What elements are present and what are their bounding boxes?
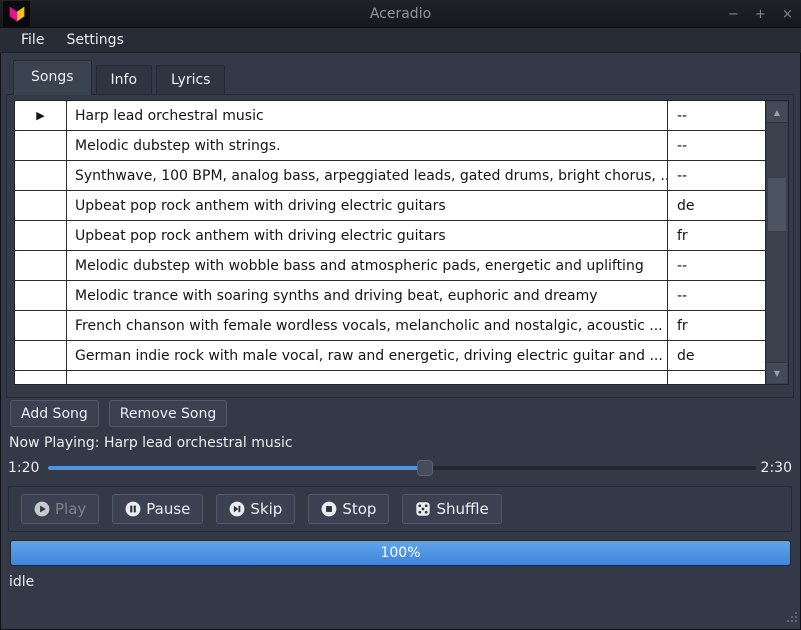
table-row[interactable]: Melodic trance with soaring synths and d…	[15, 281, 765, 311]
songs-table-area: ▶ Harp lead orchestral music -- Melodic …	[14, 100, 789, 385]
table-row[interactable]: Upbeat pop rock anthem with driving elec…	[15, 191, 765, 221]
tab-bar: Songs Info Lyrics	[13, 60, 229, 95]
playback-controls-frame: Play Pause Skip Stop Shuffle	[8, 486, 792, 532]
row-song-title: Melodic dubstep with strings.	[67, 131, 667, 160]
row-song-title: German indie rock with male vocal, raw a…	[67, 341, 667, 370]
add-song-button[interactable]: Add Song	[10, 400, 99, 427]
row-playing-indicator: ▶	[15, 101, 67, 130]
row-song-title: French chanson with female wordless voca…	[67, 311, 667, 340]
pause-circle-icon	[125, 501, 141, 517]
maximize-button[interactable]: +	[751, 7, 770, 22]
table-row[interactable]: French chanson with female wordless voca…	[15, 311, 765, 341]
row-song-title: Synthwave, 100 BPM, analog bass, arpeggi…	[67, 161, 667, 190]
stop-label: Stop	[342, 500, 376, 518]
row-playing-indicator	[15, 371, 67, 385]
play-button[interactable]: Play	[21, 494, 99, 524]
row-song-language: --	[667, 131, 765, 160]
add-song-label: Add Song	[21, 406, 88, 422]
row-playing-indicator	[15, 281, 67, 310]
row-playing-indicator	[15, 161, 67, 190]
skip-circle-icon	[229, 501, 245, 517]
songs-table: ▶ Harp lead orchestral music -- Melodic …	[14, 100, 766, 385]
shuffle-dice-icon	[415, 501, 431, 517]
row-song-language	[667, 371, 765, 385]
row-song-title: Melodic trance with soaring synths and d…	[67, 281, 667, 310]
seek-row: 1:20 2:30	[0, 456, 801, 480]
play-label: Play	[55, 500, 86, 518]
table-row[interactable]: ▶ Harp lead orchestral music --	[15, 101, 765, 131]
seek-handle[interactable]	[417, 460, 433, 476]
row-playing-indicator	[15, 131, 67, 160]
table-row[interactable]: Upbeat pop rock anthem with driving elec…	[15, 221, 765, 251]
scroll-up-icon[interactable]: ▲	[767, 102, 787, 123]
menu-item-settings[interactable]: Settings	[57, 28, 132, 53]
close-button[interactable]: ×	[778, 7, 797, 22]
row-song-title: Harp lead orchestral music	[67, 101, 667, 130]
progress-bar: 100%	[10, 540, 791, 566]
table-row[interactable]: German indie rock with male vocal, raw a…	[15, 341, 765, 371]
seek-fill	[48, 466, 425, 470]
row-song-title	[67, 371, 667, 385]
stop-button[interactable]: Stop	[308, 494, 389, 524]
scroll-down-icon[interactable]: ▼	[767, 362, 787, 383]
row-song-language: de	[667, 341, 765, 370]
remove-song-label: Remove Song	[120, 406, 216, 422]
remove-song-button[interactable]: Remove Song	[109, 400, 227, 427]
row-song-language: --	[667, 101, 765, 130]
time-elapsed: 1:20	[8, 456, 39, 480]
library-buttons: Add Song Remove Song	[10, 400, 227, 427]
row-song-language: --	[667, 281, 765, 310]
minimize-button[interactable]: −	[724, 7, 743, 22]
window-title: Aceradio	[0, 0, 801, 28]
row-song-title: Upbeat pop rock anthem with driving elec…	[67, 221, 667, 250]
row-song-language: fr	[667, 221, 765, 250]
pause-button[interactable]: Pause	[112, 494, 203, 524]
skip-label: Skip	[250, 500, 282, 518]
row-playing-indicator	[15, 221, 67, 250]
row-playing-indicator	[15, 191, 67, 220]
row-playing-indicator	[15, 251, 67, 280]
row-song-language: --	[667, 161, 765, 190]
progress-label: 100%	[380, 545, 420, 561]
pause-label: Pause	[146, 500, 190, 518]
table-scrollbar[interactable]: ▲ ▼	[766, 100, 789, 385]
status-label: idle	[9, 574, 34, 590]
titlebar: Aceradio − + ×	[0, 0, 801, 28]
row-song-title: Melodic dubstep with wobble bass and atm…	[67, 251, 667, 280]
row-playing-indicator	[15, 311, 67, 340]
time-total: 2:30	[761, 456, 792, 480]
skip-button[interactable]: Skip	[216, 494, 295, 524]
scrollbar-thumb[interactable]	[767, 177, 787, 232]
tab-songs[interactable]: Songs	[13, 60, 92, 95]
row-song-language: fr	[667, 311, 765, 340]
window-controls: − + ×	[724, 0, 797, 28]
row-song-title: Upbeat pop rock anthem with driving elec…	[67, 191, 667, 220]
row-song-language: --	[667, 251, 765, 280]
tab-info[interactable]: Info	[96, 65, 153, 95]
row-song-language: de	[667, 191, 765, 220]
shuffle-button[interactable]: Shuffle	[402, 494, 501, 524]
resize-grip-icon[interactable]	[785, 608, 798, 627]
stop-circle-icon	[321, 501, 337, 517]
menubar: File Settings	[0, 28, 801, 53]
row-playing-indicator	[15, 341, 67, 370]
table-row[interactable]	[15, 371, 765, 385]
table-row[interactable]: Synthwave, 100 BPM, analog bass, arpeggi…	[15, 161, 765, 191]
seek-slider[interactable]	[48, 466, 756, 470]
table-row[interactable]: Melodic dubstep with strings. --	[15, 131, 765, 161]
menu-item-file[interactable]: File	[12, 28, 53, 53]
app-window: Aceradio − + × File Settings Songs Info …	[0, 0, 801, 630]
tab-lyrics[interactable]: Lyrics	[156, 65, 225, 95]
play-circle-icon	[34, 501, 50, 517]
table-row[interactable]: Melodic dubstep with wobble bass and atm…	[15, 251, 765, 281]
progress-fill: 100%	[11, 541, 790, 565]
shuffle-label: Shuffle	[436, 500, 488, 518]
now-playing-label: Now Playing: Harp lead orchestral music	[9, 435, 293, 451]
